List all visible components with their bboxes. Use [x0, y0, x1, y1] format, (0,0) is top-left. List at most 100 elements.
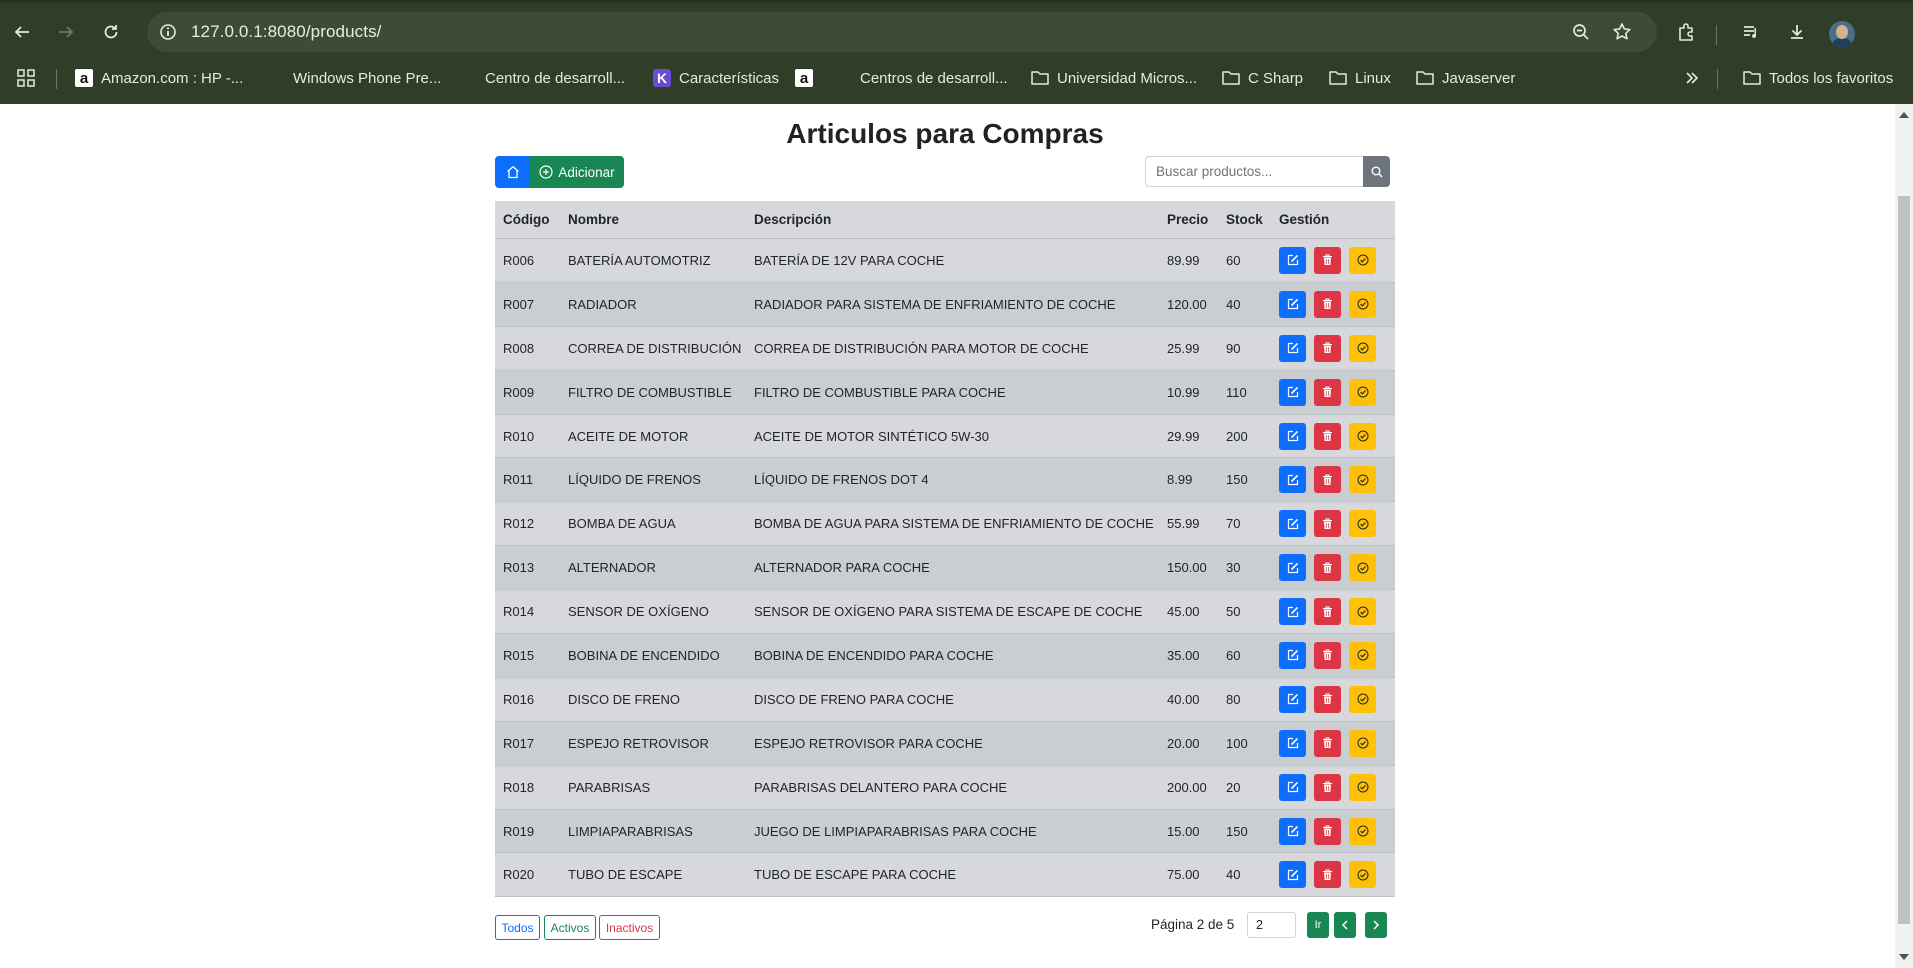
address-bar[interactable]: 127.0.0.1:8080/products/ [147, 12, 1657, 52]
delete-button[interactable] [1314, 861, 1341, 889]
downloads-icon[interactable] [1781, 16, 1813, 48]
cell-management [1279, 415, 1376, 458]
bookmark-amazon-hp[interactable]: a Amazon.com : HP -... [75, 66, 243, 90]
activate-button[interactable] [1349, 817, 1376, 845]
edit-icon [1287, 342, 1299, 354]
cell-management [1279, 283, 1376, 326]
cell-code: R015 [503, 647, 535, 663]
activate-button[interactable] [1349, 685, 1376, 713]
table-row: R020 TUBO DE ESCAPE TUBO DE ESCAPE PARA CO… [495, 853, 1395, 898]
trash-icon [1322, 298, 1333, 310]
delete-button[interactable] [1314, 685, 1341, 713]
forward-icon[interactable] [50, 16, 82, 48]
filter-active-button[interactable]: Activos [544, 915, 596, 940]
bookmark-folder-universidad[interactable]: Universidad Micros... [1031, 66, 1197, 90]
edit-button[interactable] [1279, 598, 1306, 626]
edit-button[interactable] [1279, 685, 1306, 713]
scrollbar-thumb[interactable] [1898, 196, 1910, 924]
page-scrollbar[interactable] [1895, 104, 1913, 968]
delete-button[interactable] [1314, 598, 1341, 626]
activate-button[interactable] [1349, 246, 1376, 274]
profile-avatar[interactable] [1829, 21, 1855, 47]
activate-button[interactable] [1349, 510, 1376, 538]
delete-button[interactable] [1314, 378, 1341, 406]
edit-button[interactable] [1279, 246, 1306, 274]
activate-button[interactable] [1349, 554, 1376, 582]
edit-button[interactable] [1279, 510, 1306, 538]
filter-inactive-button[interactable]: Inactivos [599, 915, 660, 940]
edit-button[interactable] [1279, 554, 1306, 582]
microsoft-icon [459, 69, 477, 87]
reload-icon[interactable] [95, 16, 127, 48]
cell-management [1279, 546, 1376, 589]
activate-button[interactable] [1349, 334, 1376, 362]
activate-button[interactable] [1349, 422, 1376, 450]
search-button[interactable] [1363, 156, 1390, 187]
delete-button[interactable] [1314, 817, 1341, 845]
activate-button[interactable] [1349, 290, 1376, 318]
activate-button[interactable] [1349, 378, 1376, 406]
edit-button[interactable] [1279, 290, 1306, 318]
edit-button[interactable] [1279, 773, 1306, 801]
bookmark-centros-desarrollo[interactable]: Centros de desarroll... [834, 66, 1008, 90]
activate-button[interactable] [1349, 729, 1376, 757]
filter-all-button[interactable]: Todos [495, 915, 540, 940]
bookmark-folder-csharp[interactable]: C Sharp [1222, 66, 1303, 90]
bookmark-windows-phone[interactable]: Windows Phone Pre... [267, 66, 441, 90]
delete-button[interactable] [1314, 466, 1341, 494]
bookmarks-bar: a Amazon.com : HP -... Windows Phone Pre… [0, 60, 1913, 96]
home-button[interactable] [495, 156, 530, 188]
delete-button[interactable] [1314, 641, 1341, 669]
delete-button[interactable] [1314, 246, 1341, 274]
scroll-up-arrow-icon[interactable] [1899, 112, 1909, 118]
edit-button[interactable] [1279, 817, 1306, 845]
edit-button[interactable] [1279, 334, 1306, 362]
next-page-button[interactable] [1365, 912, 1387, 938]
bookmark-folder-javaserver[interactable]: Javaserver [1416, 66, 1515, 90]
edit-button[interactable] [1279, 729, 1306, 757]
cell-description: TUBO DE ESCAPE PARA COCHE [754, 867, 957, 883]
table-row: R016 DISCO DE FRENO DISCO DE FRENO PARA CO… [495, 677, 1395, 722]
delete-button[interactable] [1314, 334, 1341, 362]
delete-button[interactable] [1314, 554, 1341, 582]
edit-button[interactable] [1279, 378, 1306, 406]
previous-page-button[interactable] [1334, 912, 1356, 938]
page-title: Articulos para Compras [786, 118, 1104, 149]
bookmark-amazon[interactable]: a [795, 66, 813, 90]
bookmark-star-icon[interactable] [1610, 20, 1634, 44]
bookmark-caracteristicas[interactable]: K Características [653, 66, 779, 90]
back-icon[interactable] [6, 16, 38, 48]
apps-grid-icon[interactable] [16, 66, 36, 90]
edit-button[interactable] [1279, 422, 1306, 450]
url-text[interactable]: 127.0.0.1:8080/products/ [191, 22, 382, 42]
extensions-icon[interactable] [1670, 16, 1702, 48]
delete-button[interactable] [1314, 773, 1341, 801]
activate-button[interactable] [1349, 641, 1376, 669]
delete-button[interactable] [1314, 290, 1341, 318]
activate-button[interactable] [1349, 598, 1376, 626]
delete-button[interactable] [1314, 422, 1341, 450]
edit-button[interactable] [1279, 466, 1306, 494]
bookmark-folder-linux[interactable]: Linux [1329, 66, 1391, 90]
delete-button[interactable] [1314, 510, 1341, 538]
search-input[interactable]: Buscar productos... [1145, 156, 1364, 187]
scroll-down-arrow-icon[interactable] [1899, 954, 1909, 960]
more-bookmarks-icon[interactable] [1684, 66, 1700, 90]
activate-button[interactable] [1349, 466, 1376, 494]
add-product-button[interactable]: Adicionar [530, 156, 624, 188]
delete-button[interactable] [1314, 729, 1341, 757]
page-number-input[interactable]: 2 [1247, 912, 1296, 938]
cell-stock: 90 [1226, 340, 1241, 356]
activate-button[interactable] [1349, 861, 1376, 889]
bookmark-centro-desarrollo[interactable]: Centro de desarroll... [459, 66, 625, 90]
all-bookmarks-folder[interactable]: Todos los favoritos [1743, 66, 1893, 90]
zoom-icon[interactable] [1569, 20, 1593, 44]
go-page-button[interactable]: Ir [1307, 912, 1329, 938]
site-info-icon[interactable] [156, 20, 180, 44]
edit-button[interactable] [1279, 861, 1306, 889]
trash-icon [1322, 869, 1333, 881]
media-controls-icon[interactable] [1735, 16, 1767, 48]
cell-management [1279, 722, 1376, 765]
activate-button[interactable] [1349, 773, 1376, 801]
edit-button[interactable] [1279, 641, 1306, 669]
